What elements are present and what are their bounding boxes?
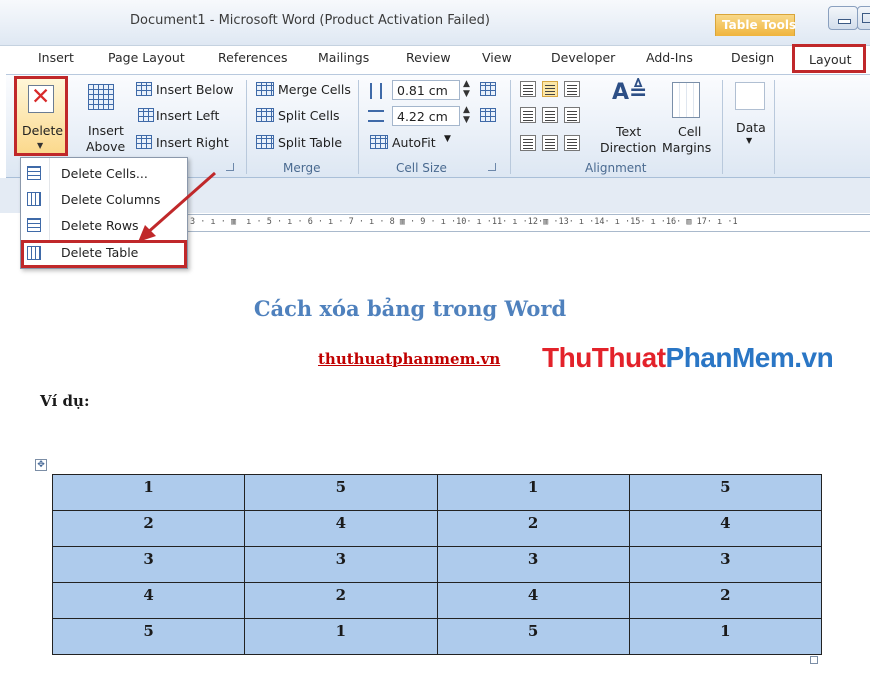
- website-link[interactable]: thuthuatphanmem.vn: [318, 350, 500, 368]
- table-row: 4242: [51, 582, 823, 619]
- table-cell[interactable]: 2: [436, 510, 630, 547]
- data-table[interactable]: 15152424333342425151: [51, 474, 823, 655]
- site-logo: ThuThuatPhanMem.vn: [542, 342, 834, 373]
- table-cell[interactable]: 5: [244, 474, 438, 511]
- table-cell[interactable]: 1: [51, 474, 246, 511]
- table-row: 3333: [51, 546, 823, 583]
- table-cell[interactable]: 5: [436, 618, 630, 655]
- table-cell[interactable]: 5: [628, 474, 823, 511]
- table-row: 5151: [51, 618, 823, 655]
- table-cell[interactable]: 4: [628, 510, 823, 547]
- table-cell[interactable]: 2: [51, 510, 246, 547]
- table-cell[interactable]: 4: [436, 582, 630, 619]
- table-cell[interactable]: 2: [628, 582, 823, 619]
- table-row: 1515: [51, 474, 823, 511]
- table-cell[interactable]: 1: [436, 474, 630, 511]
- table-move-handle-icon[interactable]: ✥: [35, 459, 47, 471]
- example-label: Ví dụ:: [40, 392, 90, 410]
- table-row: 2424: [51, 510, 823, 547]
- table-cell[interactable]: 4: [51, 582, 246, 619]
- table-resize-handle[interactable]: [810, 656, 818, 664]
- table-cell[interactable]: 3: [244, 546, 438, 583]
- table-cell[interactable]: 5: [51, 618, 246, 655]
- table-cell[interactable]: 3: [51, 546, 246, 583]
- document-heading: Cách xóa bảng trong Word: [253, 296, 567, 321]
- table-cell[interactable]: 1: [628, 618, 823, 655]
- table-cell[interactable]: 2: [244, 582, 438, 619]
- table-cell[interactable]: 4: [244, 510, 438, 547]
- table-cell[interactable]: 3: [628, 546, 823, 583]
- table-cell[interactable]: 1: [244, 618, 438, 655]
- table-cell[interactable]: 3: [436, 546, 630, 583]
